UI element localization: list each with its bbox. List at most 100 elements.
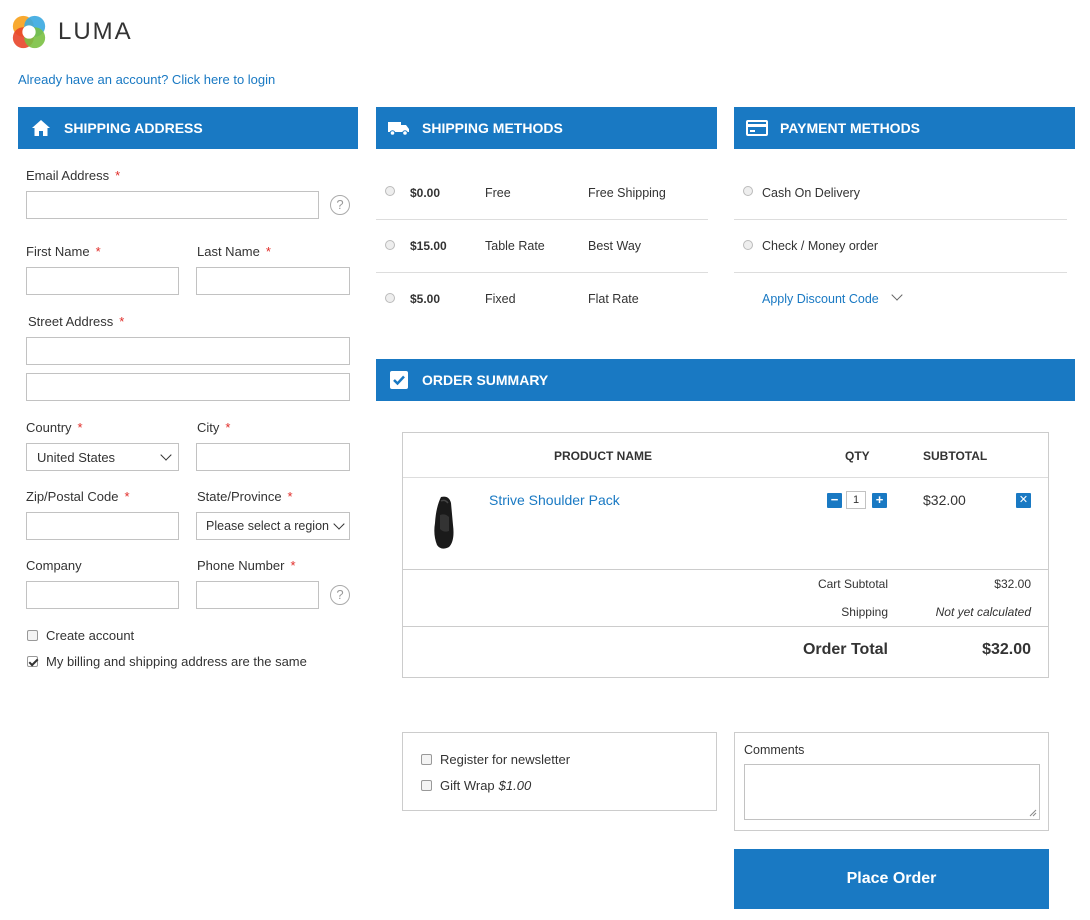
create-account-option[interactable]: Create account (27, 628, 134, 643)
shipping-methods-header: SHIPPING METHODS (376, 107, 717, 149)
payment-method-label: Check / Money order (762, 239, 879, 253)
newsletter-label: Register for newsletter (440, 752, 571, 767)
shipping-method-list: $0.00 Free Free Shipping $15.00 Table Ra… (376, 166, 708, 325)
order-summary-header: ORDER SUMMARY (376, 359, 1075, 401)
shipping-label: Shipping (841, 605, 888, 619)
phone-help-icon[interactable]: ? (330, 585, 350, 605)
comments-textarea[interactable] (744, 764, 1040, 820)
country-label: Country * (26, 420, 83, 435)
phone-field[interactable] (196, 581, 319, 609)
divider (403, 477, 1048, 478)
payment-method-list: Cash On Delivery Check / Money order App… (734, 166, 1067, 325)
gift-wrap-checkbox[interactable] (421, 780, 432, 791)
country-select[interactable]: United States (26, 443, 179, 471)
qty-column-header: QTY (845, 449, 870, 463)
shipping-price: $0.00 (410, 185, 441, 200)
divider (403, 569, 1048, 570)
shipping-method-row[interactable]: $5.00 Fixed Flat Rate (376, 273, 708, 325)
chevron-down-icon (333, 518, 345, 530)
cart-subtotal-label: Cart Subtotal (817, 577, 888, 591)
shipping-method-name: Free (485, 185, 511, 200)
login-link[interactable]: Already have an account? Click here to l… (18, 72, 275, 87)
shipping-price: $5.00 (410, 292, 441, 306)
cart-subtotal-value: $32.00 (994, 577, 1031, 591)
newsletter-checkbox[interactable] (421, 754, 432, 765)
shipping-address-title: SHIPPING ADDRESS (64, 120, 203, 136)
city-field[interactable] (196, 443, 350, 471)
resize-handle-icon[interactable] (1029, 809, 1037, 817)
gift-wrap-option[interactable]: Gift Wrap $1.00 (421, 778, 531, 793)
discount-code-link[interactable]: Apply Discount Code (762, 292, 879, 306)
remove-item-button[interactable]: ✕ (1016, 493, 1031, 508)
product-thumbnail[interactable] (429, 495, 459, 551)
create-account-checkbox[interactable] (27, 630, 38, 641)
zip-field[interactable] (26, 512, 179, 540)
chevron-down-icon (891, 289, 903, 301)
street-label: Street Address * (28, 314, 125, 329)
qty-input[interactable]: 1 (846, 491, 866, 509)
shipping-method-name: Table Rate (485, 239, 545, 253)
luma-logo-icon (12, 15, 46, 49)
payment-method-radio[interactable] (743, 240, 753, 250)
comments-label: Comments (744, 743, 805, 757)
order-total-label: Order Total (802, 641, 888, 658)
city-label: City * (197, 420, 231, 435)
credit-card-icon (746, 117, 768, 139)
shipping-carrier: Free Shipping (588, 185, 666, 200)
gift-wrap-label: Gift Wrap (440, 778, 495, 793)
product-name-link[interactable]: Strive Shoulder Pack (489, 492, 620, 508)
country-value: United States (37, 449, 116, 465)
subtotal-column-header: SUBTOTAL (923, 449, 988, 463)
shipping-method-radio[interactable] (385, 293, 395, 303)
shipping-method-radio[interactable] (385, 186, 395, 196)
checkbox-icon (388, 369, 410, 391)
shipping-methods-title: SHIPPING METHODS (422, 120, 563, 136)
newsletter-option[interactable]: Register for newsletter (421, 752, 570, 767)
shipping-method-row[interactable]: $15.00 Table Rate Best Way (376, 220, 708, 272)
last-name-label: Last Name * (197, 244, 271, 259)
last-name-field[interactable] (196, 267, 350, 295)
email-label: Email Address * (26, 168, 121, 183)
brand-name: LUMA (58, 18, 133, 45)
truck-icon (388, 117, 410, 139)
shipping-value: Not yet calculated (935, 605, 1031, 619)
email-help-icon[interactable]: ? (330, 195, 350, 215)
order-summary-table: PRODUCT NAME QTY SUBTOTAL Strive Shoulde… (402, 432, 1049, 678)
email-field[interactable] (26, 191, 319, 219)
payment-method-row[interactable]: Check / Money order (734, 220, 1067, 272)
state-value: Please select a region (206, 519, 329, 533)
state-select[interactable]: Please select a region (196, 512, 350, 540)
payment-method-radio[interactable] (743, 186, 753, 196)
same-address-option[interactable]: My billing and shipping address are the … (27, 654, 307, 669)
place-order-button[interactable]: Place Order (734, 849, 1049, 909)
luma-logo[interactable]: LUMA (10, 12, 150, 52)
street-line-1-field[interactable] (26, 337, 350, 365)
same-address-label: My billing and shipping address are the … (46, 654, 307, 669)
zip-label: Zip/Postal Code * (26, 489, 130, 504)
decrease-qty-button[interactable]: − (827, 493, 842, 508)
product-column-header: PRODUCT NAME (554, 449, 652, 463)
home-icon (30, 117, 52, 139)
payment-method-label: Cash On Delivery (762, 185, 860, 200)
item-subtotal: $32.00 (923, 492, 966, 508)
same-address-checkbox[interactable] (27, 656, 38, 667)
order-summary-title: ORDER SUMMARY (422, 372, 549, 388)
order-total-value: $32.00 (982, 641, 1031, 658)
shipping-address-header: SHIPPING ADDRESS (18, 107, 358, 149)
comments-box: Comments (734, 732, 1049, 831)
discount-code-toggle[interactable]: Apply Discount Code (734, 273, 1067, 325)
payment-method-row[interactable]: Cash On Delivery (734, 166, 1067, 219)
first-name-label: First Name * (26, 244, 101, 259)
chevron-down-icon (160, 449, 172, 461)
shipping-method-row[interactable]: $0.00 Free Free Shipping (376, 166, 708, 219)
company-field[interactable] (26, 581, 179, 609)
first-name-field[interactable] (26, 267, 179, 295)
company-label: Company (26, 558, 82, 573)
shipping-method-radio[interactable] (385, 240, 395, 250)
divider (403, 626, 1048, 627)
increase-qty-button[interactable]: + (872, 493, 887, 508)
payment-methods-header: PAYMENT METHODS (734, 107, 1075, 149)
shipping-carrier: Flat Rate (588, 292, 639, 306)
gift-wrap-price: $1.00 (498, 778, 532, 793)
street-line-2-field[interactable] (26, 373, 350, 401)
